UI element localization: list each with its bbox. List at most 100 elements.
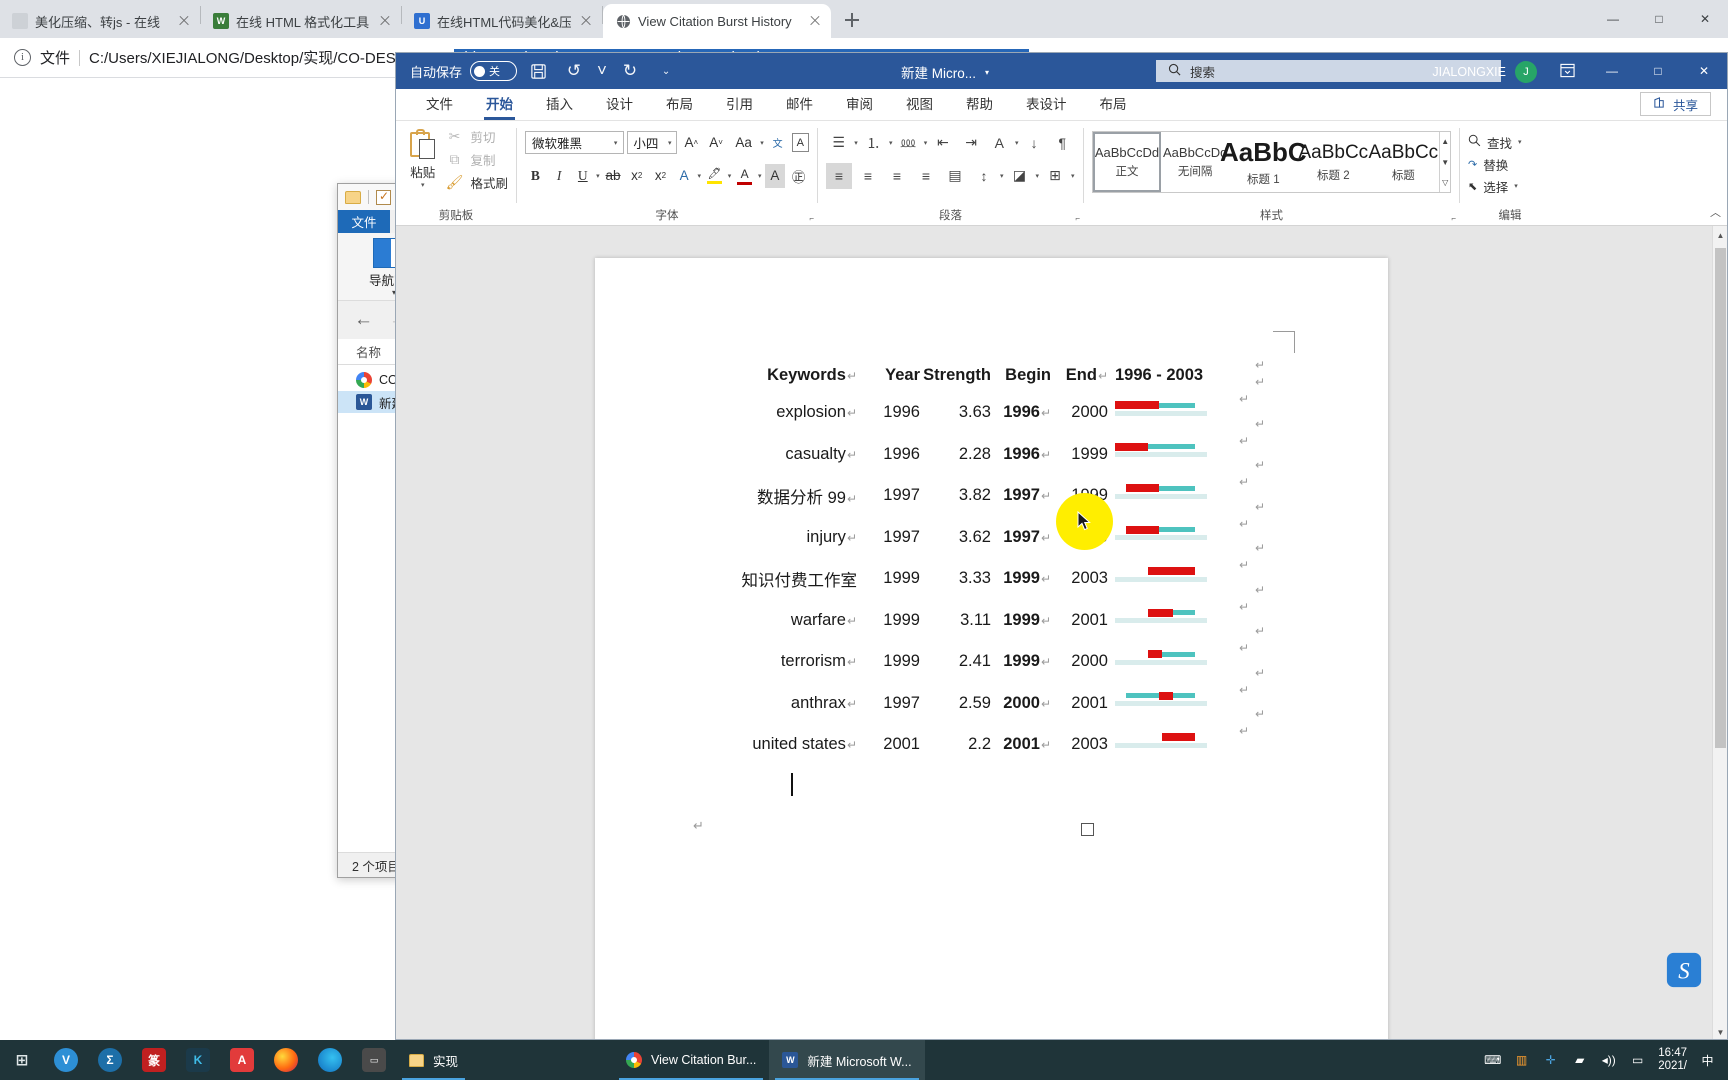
- chevron-down-icon[interactable]: ▾: [404, 181, 441, 189]
- tab-references[interactable]: 引用: [712, 90, 767, 120]
- network-icon[interactable]: ▰: [1571, 1052, 1588, 1069]
- close-icon[interactable]: ✕: [1681, 53, 1727, 89]
- terminal-icon[interactable]: ▭: [352, 1040, 396, 1080]
- chevron-down-icon[interactable]: ▾: [924, 139, 928, 147]
- line-spacing-icon[interactable]: ↕: [971, 163, 997, 189]
- character-border-icon[interactable]: A: [791, 133, 809, 152]
- ribbon-display-options-icon[interactable]: [1560, 63, 1575, 81]
- document-scrollbar[interactable]: ▲ ▼: [1712, 226, 1727, 1039]
- paragraph-dialog-launcher[interactable]: ⌐: [1075, 214, 1080, 223]
- battery-icon[interactable]: ▭: [1629, 1052, 1646, 1069]
- shading-icon[interactable]: ◪: [1007, 163, 1033, 189]
- tab-review[interactable]: 审阅: [832, 90, 887, 120]
- new-tab-button[interactable]: [837, 5, 867, 35]
- close-icon[interactable]: [578, 13, 594, 29]
- avatar[interactable]: J: [1515, 61, 1537, 83]
- browser-tab-0[interactable]: 美化压缩、转js - 在线: [0, 4, 200, 38]
- chevron-down-icon[interactable]: ▾: [1015, 139, 1019, 147]
- enclose-characters-icon[interactable]: ㊣: [788, 164, 809, 188]
- taskbar-task-chrome[interactable]: View Citation Bur...: [613, 1040, 769, 1080]
- decrease-indent-icon[interactable]: ⇤: [930, 130, 955, 156]
- font-size-select[interactable]: 小四 ▾: [627, 131, 678, 154]
- ime-indicator[interactable]: 中: [1699, 1052, 1716, 1069]
- scroll-down-icon[interactable]: ▼: [1440, 153, 1450, 172]
- url-text[interactable]: C:/Users/XIEJIALONG/Desktop/实现/CO-DESC _…: [89, 47, 1030, 68]
- style-item-normal[interactable]: AaBbCcDd 正文: [1093, 132, 1161, 192]
- find-button[interactable]: 查找 ▾: [1468, 131, 1552, 153]
- redo-icon[interactable]: ↻: [615, 58, 645, 84]
- change-case-icon[interactable]: Aa: [730, 131, 757, 155]
- italic-button[interactable]: I: [549, 164, 570, 188]
- align-left-button[interactable]: ≡: [826, 162, 852, 189]
- style-item-no-spacing[interactable]: AaBbCcDd 无间隔: [1163, 132, 1227, 192]
- undo-icon[interactable]: ↺: [559, 58, 589, 84]
- tab-file[interactable]: 文件: [412, 90, 467, 120]
- address-bar[interactable]: i 文件 C:/Users/XIEJIALONG/Desktop/实现/CO-D…: [14, 47, 1030, 68]
- chevron-down-icon[interactable]: ▾: [758, 172, 762, 180]
- task-view-icon[interactable]: ⊞: [0, 1040, 44, 1080]
- chevron-down-icon[interactable]: ▾: [1000, 172, 1004, 180]
- style-item-heading-1[interactable]: AaBbC 标题 1: [1220, 132, 1307, 192]
- customize-quick-access-icon[interactable]: ⌄: [651, 58, 681, 84]
- chevron-down-icon[interactable]: ▾: [614, 139, 618, 147]
- replace-button[interactable]: ↷ 替换: [1468, 153, 1552, 175]
- tab-design[interactable]: 设计: [592, 90, 647, 120]
- edge-icon[interactable]: [308, 1040, 352, 1080]
- chevron-down-icon[interactable]: ▾: [1071, 172, 1075, 180]
- align-center-button[interactable]: ≡: [855, 163, 881, 189]
- browser-tab-3[interactable]: View Citation Burst History: [603, 4, 831, 38]
- chevron-down-icon[interactable]: ▾: [1518, 138, 1522, 146]
- back-icon[interactable]: ←: [354, 309, 373, 331]
- close-icon[interactable]: [807, 13, 823, 29]
- document-title[interactable]: 新建 Micro... ▾: [901, 62, 989, 82]
- account-info[interactable]: JIALONGXIE J: [1432, 61, 1537, 83]
- format-painter-button[interactable]: 🖌 格式刷: [441, 171, 508, 194]
- share-button[interactable]: 共享: [1639, 92, 1711, 116]
- document-page[interactable]: Keywords↵ Year Strength Begin End↵ 1996 …: [595, 258, 1388, 1039]
- chevron-down-icon[interactable]: ▾: [985, 68, 989, 77]
- chevron-down-icon[interactable]: ▾: [889, 139, 893, 147]
- chevron-down-icon[interactable]: ▾: [728, 172, 732, 180]
- grow-font-icon[interactable]: A ˄: [680, 131, 702, 155]
- info-icon[interactable]: i: [14, 49, 31, 66]
- collapse-ribbon-icon[interactable]: ︿: [1710, 204, 1721, 220]
- select-button[interactable]: ⬉ 选择 ▾: [1468, 175, 1552, 197]
- phonetic-guide-icon[interactable]: 文: [767, 131, 789, 155]
- text-highlight-color-button[interactable]: 🖊: [704, 164, 725, 188]
- seal-app-icon[interactable]: 篆: [132, 1040, 176, 1080]
- subscript-button[interactable]: x2: [626, 164, 647, 188]
- paste-button[interactable]: 粘贴 ▾: [404, 125, 441, 194]
- scroll-up-icon[interactable]: ▲: [1440, 132, 1450, 151]
- checkbox-icon[interactable]: [376, 189, 391, 205]
- formula-app-icon[interactable]: Σ: [88, 1040, 132, 1080]
- clock[interactable]: 16:47 2021/: [1658, 1047, 1687, 1073]
- scroll-up-icon[interactable]: ▲: [1713, 226, 1727, 244]
- v-app-icon[interactable]: V: [44, 1040, 88, 1080]
- east-asian-layout-icon[interactable]: A: [987, 130, 1012, 156]
- tab-home[interactable]: 开始: [472, 90, 527, 120]
- close-icon[interactable]: ✕: [1682, 3, 1728, 35]
- style-item-title[interactable]: AaBbCc 标题: [1368, 132, 1438, 192]
- bullets-icon[interactable]: ☰: [826, 130, 851, 156]
- show-formatting-marks-icon[interactable]: ¶: [1050, 130, 1075, 156]
- minimize-icon[interactable]: —: [1589, 53, 1635, 89]
- tab-help[interactable]: 帮助: [952, 90, 1007, 120]
- cut-button[interactable]: ✂ 剪切: [441, 125, 508, 148]
- increase-indent-icon[interactable]: ⇥: [958, 130, 983, 156]
- firefox-icon[interactable]: [264, 1040, 308, 1080]
- justify-button[interactable]: ≡: [913, 163, 939, 189]
- align-right-button[interactable]: ≡: [884, 163, 910, 189]
- pdf-app-icon[interactable]: A: [220, 1040, 264, 1080]
- distribute-button[interactable]: ▤: [942, 163, 968, 189]
- maximize-icon[interactable]: □: [1635, 53, 1681, 89]
- tab-table-layout[interactable]: 布局: [1086, 90, 1141, 120]
- borders-icon[interactable]: ⊞: [1042, 163, 1068, 189]
- chevron-down-icon[interactable]: ▾: [854, 139, 858, 147]
- scroll-down-icon[interactable]: ▼: [1713, 1023, 1727, 1039]
- taskbar-task-word[interactable]: W 新建 Microsoft W...: [769, 1040, 925, 1080]
- chevron-down-icon[interactable]: ▾: [1036, 172, 1040, 180]
- undo-dropdown-icon[interactable]: ˅: [595, 58, 609, 84]
- chevron-down-icon[interactable]: ▾: [698, 172, 702, 180]
- font-dialog-launcher[interactable]: ⌐: [809, 214, 814, 223]
- volume-icon[interactable]: ◂)): [1600, 1052, 1617, 1069]
